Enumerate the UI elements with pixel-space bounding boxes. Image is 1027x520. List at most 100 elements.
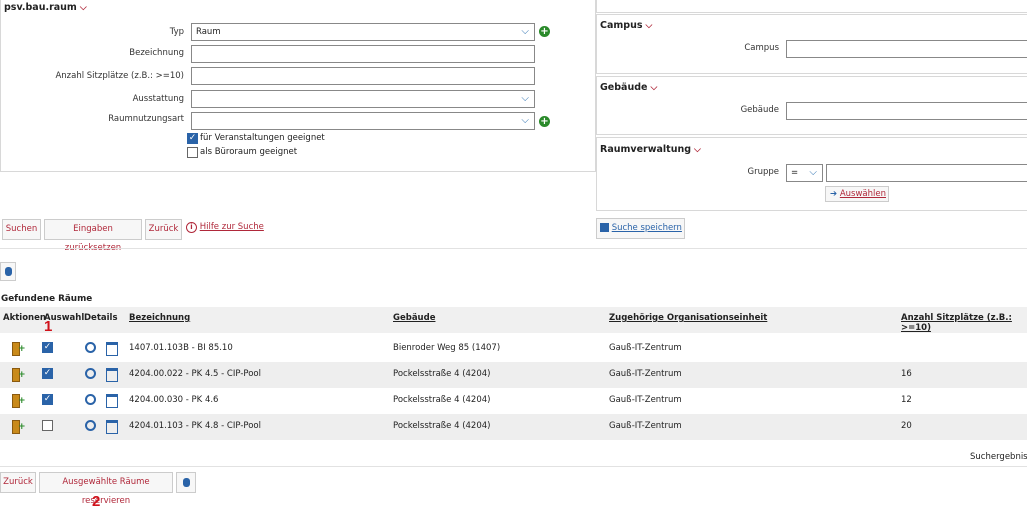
help-link[interactable]: i Hilfe zur Suche — [186, 222, 264, 233]
gebaeude-cell: Pockelsstraße 4 (4204) — [393, 395, 491, 405]
bezeichnung-cell: 4204.00.030 - PK 4.6 — [129, 395, 219, 405]
col-bezeichnung-sort[interactable]: Bezeichnung — [129, 313, 190, 323]
typ-select[interactable]: Raum ⌵ — [191, 23, 535, 41]
magnifier-icon[interactable] — [85, 420, 98, 433]
calendar-icon[interactable] — [106, 394, 118, 408]
bezeichnung-cell: 1407.01.103B - BI 85.10 — [129, 343, 233, 353]
help-label: Hilfe zur Suche — [199, 222, 264, 232]
auswahl-checkbox[interactable]: ✓ — [42, 342, 53, 353]
gebaeude-cell: Pockelsstraße 4 (4204) — [393, 421, 491, 431]
bueroraum-checkbox[interactable] — [187, 147, 198, 158]
sitzplaetze-label: Anzahl Sitzplätze (z.B.: >=10) — [55, 71, 184, 81]
bottom-back-button[interactable]: Zurück — [0, 472, 36, 493]
bottom-export-button[interactable] — [176, 472, 196, 493]
auswahl-checkbox[interactable] — [42, 420, 53, 431]
export-button[interactable] — [0, 262, 16, 281]
reset-button[interactable]: Eingaben zurücksetzen — [44, 219, 142, 253]
reserve-door-icon[interactable]: + — [12, 342, 26, 356]
magnifier-icon[interactable] — [85, 368, 98, 381]
typ-select-value: Raum — [196, 27, 221, 37]
typ-label: Typ — [169, 27, 184, 37]
panel-title-text: psv.bau.raum — [4, 2, 77, 13]
chevron-down-icon: ⌵ — [521, 115, 529, 126]
sitze-cell: 20 — [901, 421, 912, 431]
calendar-icon[interactable] — [106, 368, 118, 382]
annotation-number-2: 2 — [92, 493, 101, 510]
campus-title: Campus ⌵ — [600, 20, 652, 31]
campus-input[interactable] — [786, 40, 1027, 58]
add-typ-icon[interactable]: + — [539, 26, 550, 37]
back-button[interactable]: Zurück — [145, 219, 182, 240]
raumverwaltung-title-text: Raumverwaltung — [600, 144, 692, 155]
table-row: + ✓ 4204.00.030 - PK 4.6 Pockelsstraße 4… — [0, 388, 1027, 414]
org-cell: Gauß-IT-Zentrum — [609, 343, 682, 353]
gebaeude-label: Gebäude — [740, 105, 779, 115]
reserve-door-icon[interactable]: + — [12, 420, 26, 434]
chevron-down-icon[interactable]: ⌵ — [650, 83, 657, 93]
col-sitze-sort[interactable]: Anzahl Sitzplätze (z.B.: >=10) — [901, 313, 1027, 333]
auswaehlen-label: Auswählen — [839, 189, 886, 199]
gebaeude-cell: Bienroder Weg 85 (1407) — [393, 343, 501, 353]
campus-title-text: Campus — [600, 20, 643, 31]
raumnutzungsart-label: Raumnutzungsart — [108, 114, 184, 124]
chevron-down-icon: ⌵ — [521, 26, 529, 37]
gruppe-input[interactable] — [826, 164, 1027, 182]
ausstattung-label: Ausstattung — [132, 94, 184, 104]
operator-value: = — [791, 168, 799, 178]
raumnutzungsart-select[interactable]: ⌵ — [191, 112, 535, 130]
arrow-right-icon: ➔ — [830, 189, 838, 199]
table-row: + 4204.01.103 - PK 4.8 - CIP-Pool Pockel… — [0, 414, 1027, 440]
bezeichnung-cell: 4204.00.022 - PK 4.5 - CIP-Pool — [129, 369, 261, 379]
sitze-cell: 16 — [901, 369, 912, 379]
col-gebaeude-sort[interactable]: Gebäude — [393, 313, 435, 323]
gruppe-operator-select[interactable]: = ⌵ — [786, 164, 823, 182]
reserve-door-icon[interactable]: + — [12, 368, 26, 382]
auswahl-checkbox[interactable]: ✓ — [42, 368, 53, 379]
annotation-number-1: 1 — [44, 318, 53, 335]
database-icon — [4, 267, 12, 276]
chevron-down-icon[interactable]: ⌵ — [694, 145, 701, 155]
search-button[interactable]: Suchen — [2, 219, 41, 240]
col-org-sort[interactable]: Zugehörige Organisationseinheit — [609, 313, 767, 323]
campus-label: Campus — [744, 43, 779, 53]
table-row: + ✓ 4204.00.022 - PK 4.5 - CIP-Pool Pock… — [0, 362, 1027, 388]
chevron-down-icon: ⌵ — [521, 93, 529, 104]
magnifier-icon[interactable] — [85, 342, 98, 355]
results-title: Gefundene Räume — [1, 294, 93, 304]
chevron-down-icon[interactable]: ⌵ — [646, 21, 653, 31]
gruppe-label: Gruppe — [747, 167, 780, 177]
calendar-icon[interactable] — [106, 420, 118, 434]
veranstaltungen-label: für Veranstaltungen geeignet — [200, 133, 325, 143]
org-cell: Gauß-IT-Zentrum — [609, 421, 682, 431]
magnifier-icon[interactable] — [85, 394, 98, 407]
bueroraum-label: als Büroraum geeignet — [200, 147, 298, 157]
save-search-label: Suche speichern — [611, 223, 682, 233]
save-search-button[interactable]: Suche speichern — [596, 218, 685, 239]
auswahl-checkbox[interactable]: ✓ — [42, 394, 53, 405]
bezeichnung-cell: 4204.01.103 - PK 4.8 - CIP-Pool — [129, 421, 261, 431]
table-row: + ✓ 1407.01.103B - BI 85.10 Bienroder We… — [0, 336, 1027, 362]
auswaehlen-button[interactable]: ➔ Auswählen — [825, 186, 889, 202]
sitze-cell: 12 — [901, 395, 912, 405]
bezeichnung-label: Bezeichnung — [129, 48, 184, 58]
chevron-down-icon: ⌵ — [809, 167, 817, 178]
chevron-down-icon[interactable]: ⌵ — [80, 3, 87, 13]
table-footer-divider — [0, 466, 1027, 467]
bezeichnung-input[interactable] — [191, 45, 535, 63]
database-icon — [182, 478, 190, 487]
gebaeude-input[interactable] — [786, 102, 1027, 120]
top-right-strip — [596, 0, 1027, 13]
section-divider — [0, 248, 1027, 249]
reserve-selected-button[interactable]: Ausgewählte Räume reservieren — [39, 472, 173, 506]
veranstaltungen-checkbox[interactable]: ✓ — [187, 133, 198, 144]
ausstattung-select[interactable]: ⌵ — [191, 90, 535, 108]
org-cell: Gauß-IT-Zentrum — [609, 395, 682, 405]
search-panel-title: psv.bau.raum ⌵ — [4, 2, 87, 13]
sitzplaetze-input[interactable] — [191, 67, 535, 85]
gebaeude-title-text: Gebäude — [600, 82, 648, 93]
add-raumnutzungsart-icon[interactable]: + — [539, 116, 550, 127]
reserve-door-icon[interactable]: + — [12, 394, 26, 408]
floppy-disk-icon — [600, 223, 609, 232]
gebaeude-cell: Pockelsstraße 4 (4204) — [393, 369, 491, 379]
calendar-icon[interactable] — [106, 342, 118, 356]
